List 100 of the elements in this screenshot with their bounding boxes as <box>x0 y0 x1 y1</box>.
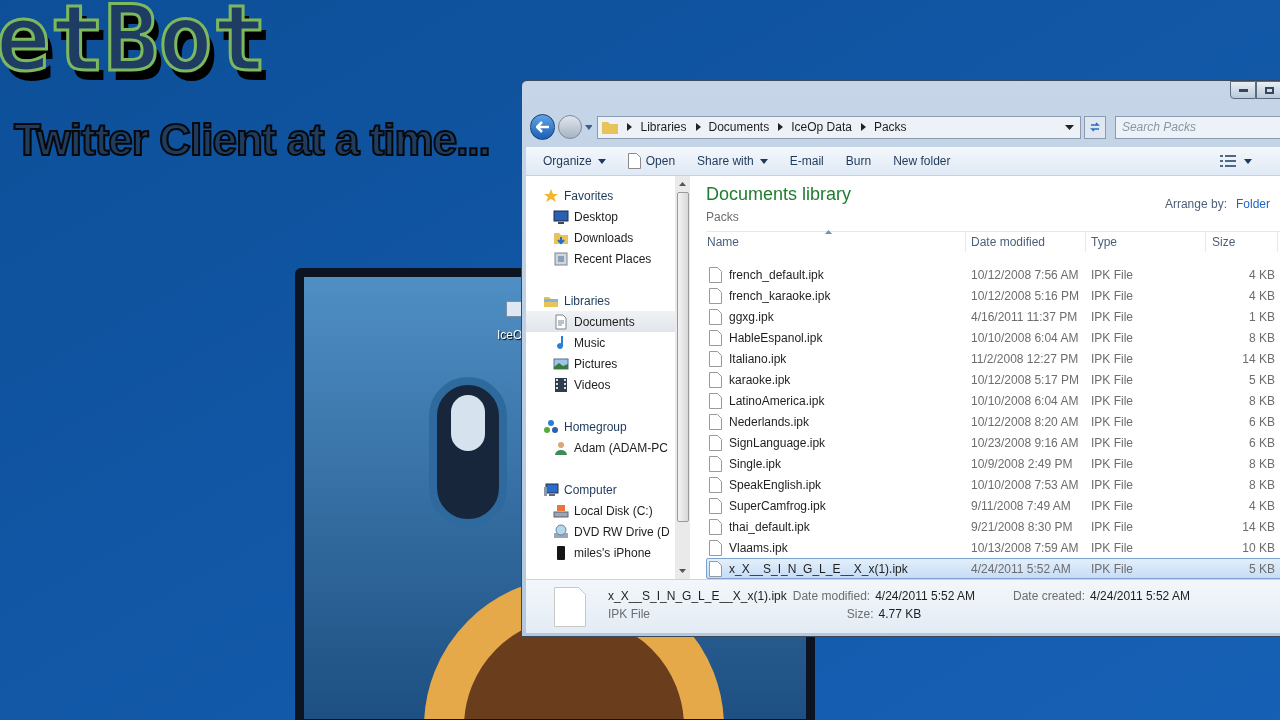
toolbar-label: Burn <box>845 153 872 170</box>
file-row[interactable]: SpeakEnglish.ipk 10/10/2008 7:53 AM IPK File 8 KB <box>706 474 1280 495</box>
nav-icon <box>553 523 569 540</box>
size-cell-text: 5 KB <box>1248 560 1275 578</box>
chevron-icon[interactable] <box>695 123 701 131</box>
address-bar[interactable]: Libraries Documents IceOp Data Packs <box>597 115 1082 139</box>
list-view-icon <box>1220 155 1236 167</box>
type-cell-text: IPK File <box>1090 560 1134 578</box>
toolbar-label: Share with <box>697 153 754 170</box>
breadcrumb-item[interactable]: IceOp Data <box>791 118 852 136</box>
column-header[interactable]: Size <box>1206 232 1278 252</box>
file-icon <box>709 539 722 556</box>
file-name: Nederlands.ipk <box>729 413 810 431</box>
file-row[interactable]: HableEspanol.ipk 10/10/2008 6:04 AM IPK File 8 KB <box>706 327 1280 348</box>
maximize-button[interactable] <box>1256 81 1280 99</box>
toolbar-button[interactable]: New folder <box>884 149 960 173</box>
scroll-up-icon[interactable] <box>679 182 686 186</box>
nav-group-item[interactable]: Favorites <box>526 185 675 206</box>
date-cell-text: 10/10/2008 6:04 AM <box>970 392 1080 410</box>
nav-item[interactable]: Recent Places <box>526 248 675 269</box>
nav-item[interactable]: Pictures <box>526 353 675 374</box>
chevron-icon[interactable] <box>778 123 784 131</box>
nav-group-item[interactable]: Libraries <box>526 290 675 311</box>
date-cell-text: 10/23/2008 9:16 AM <box>970 434 1080 452</box>
type-cell-text: IPK File <box>1090 413 1134 431</box>
type-cell-text: IPK File <box>1090 497 1134 515</box>
chevron-icon[interactable] <box>627 123 633 131</box>
nav-item[interactable]: Local Disk (C:) <box>526 500 675 521</box>
toolbar-button[interactable]: Organize <box>534 149 615 173</box>
toolbar-button[interactable]: Share with <box>688 149 777 173</box>
file-icon <box>709 434 722 451</box>
file-row[interactable]: Italiano.ipk 11/2/2008 12:27 PM IPK File 14 KB <box>706 348 1280 369</box>
file-row[interactable]: thai_default.ipk 9/21/2008 8:30 PM IPK File 14 KB <box>706 516 1280 537</box>
file-row[interactable]: ggxg.ipk 4/16/2011 11:37 PM IPK File 1 KB <box>706 306 1280 327</box>
file-icon <box>709 413 722 430</box>
toolbar-button[interactable]: Open <box>618 149 685 173</box>
file-row[interactable]: karaoke.ipk 10/12/2008 5:17 PM IPK File 5 KB <box>706 369 1280 390</box>
folder-icon <box>602 120 619 134</box>
file-icon <box>709 350 722 367</box>
nav-item[interactable]: Downloads <box>526 227 675 248</box>
sort-arrow-icon <box>825 230 832 234</box>
type-cell-text: IPK File <box>1090 371 1134 389</box>
file-row[interactable]: french_karaoke.ipk 10/12/2008 5:16 PM IPK File 4 KB <box>706 285 1280 306</box>
file-icon <box>709 455 722 472</box>
file-row[interactable]: french_default.ipk 10/12/2008 7:56 AM IPK File 4 KB <box>706 264 1280 285</box>
toolbar-label: New folder <box>893 153 951 170</box>
toolbar-button[interactable]: Burn <box>836 149 881 173</box>
toolbar-label: Open <box>645 153 676 170</box>
nav-item[interactable]: miles's iPhone <box>526 542 675 563</box>
size-cell-text: 6 KB <box>1248 413 1275 431</box>
details-label: Date created: <box>1013 588 1086 605</box>
file-icon <box>709 518 722 535</box>
shortcut-label[interactable]: IceO <box>497 326 523 344</box>
nav-item[interactable]: Videos <box>526 374 675 395</box>
column-header[interactable]: Name <box>706 232 966 252</box>
breadcrumb-item[interactable]: Libraries <box>640 118 687 136</box>
library-title: Documents library <box>706 183 852 206</box>
file-row[interactable]: Single.ipk 10/9/2008 2:49 PM IPK File 8 KB <box>706 453 1280 474</box>
date-cell-text: 10/12/2008 7:56 AM <box>970 266 1080 284</box>
caret-icon <box>759 158 768 164</box>
toolbar-button[interactable]: E-mail <box>780 149 833 173</box>
file-row[interactable]: Nederlands.ipk 10/12/2008 8:20 AM IPK File 6 KB <box>706 411 1280 432</box>
file-row[interactable]: LatinoAmerica.ipk 10/10/2008 6:04 AM IPK File 8 KB <box>706 390 1280 411</box>
chevron-icon[interactable] <box>860 123 866 131</box>
breadcrumb-item[interactable]: Packs <box>873 118 907 136</box>
dropdown-caret-icon[interactable] <box>1065 124 1075 130</box>
date-cell-text: 9/11/2008 7:49 AM <box>970 497 1072 515</box>
scroll-down-icon[interactable] <box>679 569 686 573</box>
nav-item[interactable]: Documents <box>526 311 675 332</box>
nav-icon <box>553 313 569 330</box>
refresh-button[interactable] <box>1084 115 1106 139</box>
file-row[interactable]: x_X__S_I_N_G_L_E__X_x(1).ipk 4/24/2011 5:52 AM IPK File 5 KB <box>706 558 1280 579</box>
search-field[interactable]: Search Packs <box>1114 115 1280 139</box>
nav-group-item[interactable]: Computer <box>526 479 675 500</box>
nav-item[interactable]: DVD RW Drive (D <box>526 521 675 542</box>
column-header[interactable]: Type <box>1086 232 1206 252</box>
type-cell-text: IPK File <box>1090 455 1134 473</box>
back-button[interactable] <box>530 114 556 140</box>
nav-item[interactable]: Music <box>526 332 675 353</box>
file-name: LatinoAmerica.ipk <box>729 392 825 410</box>
size-cell-text: 8 KB <box>1248 329 1275 347</box>
file-row[interactable]: SuperCamfrog.ipk 9/11/2008 7:49 AM IPK File 4 KB <box>706 495 1280 516</box>
file-name: SpeakEnglish.ipk <box>729 476 822 494</box>
nav-group-item[interactable]: Homegroup <box>526 416 675 437</box>
scrollbar[interactable] <box>675 176 690 579</box>
breadcrumb-item[interactable]: Documents <box>708 118 770 136</box>
library-subtitle: Packs <box>706 209 740 226</box>
file-name: ggxg.ipk <box>729 308 774 326</box>
nav-item[interactable]: Desktop <box>526 206 675 227</box>
details-label: Date modified: <box>792 588 871 605</box>
shortcut-icon[interactable] <box>506 301 522 317</box>
type-cell-text: IPK File <box>1090 539 1134 557</box>
column-header[interactable]: Date modified <box>966 232 1086 252</box>
date-cell-text: 10/12/2008 5:17 PM <box>970 371 1081 389</box>
nav-item[interactable]: Adam (ADAM-PC <box>526 437 675 458</box>
file-row[interactable]: Vlaams.ipk 10/13/2008 7:59 AM IPK File 10 KB <box>706 537 1280 558</box>
file-row[interactable]: SignLanguage.ipk 10/23/2008 9:16 AM IPK File 6 KB <box>706 432 1280 453</box>
arrange-dropdown[interactable]: Folder <box>1236 195 1270 213</box>
minimize-button[interactable] <box>1230 81 1256 99</box>
nav-icon <box>553 439 569 456</box>
